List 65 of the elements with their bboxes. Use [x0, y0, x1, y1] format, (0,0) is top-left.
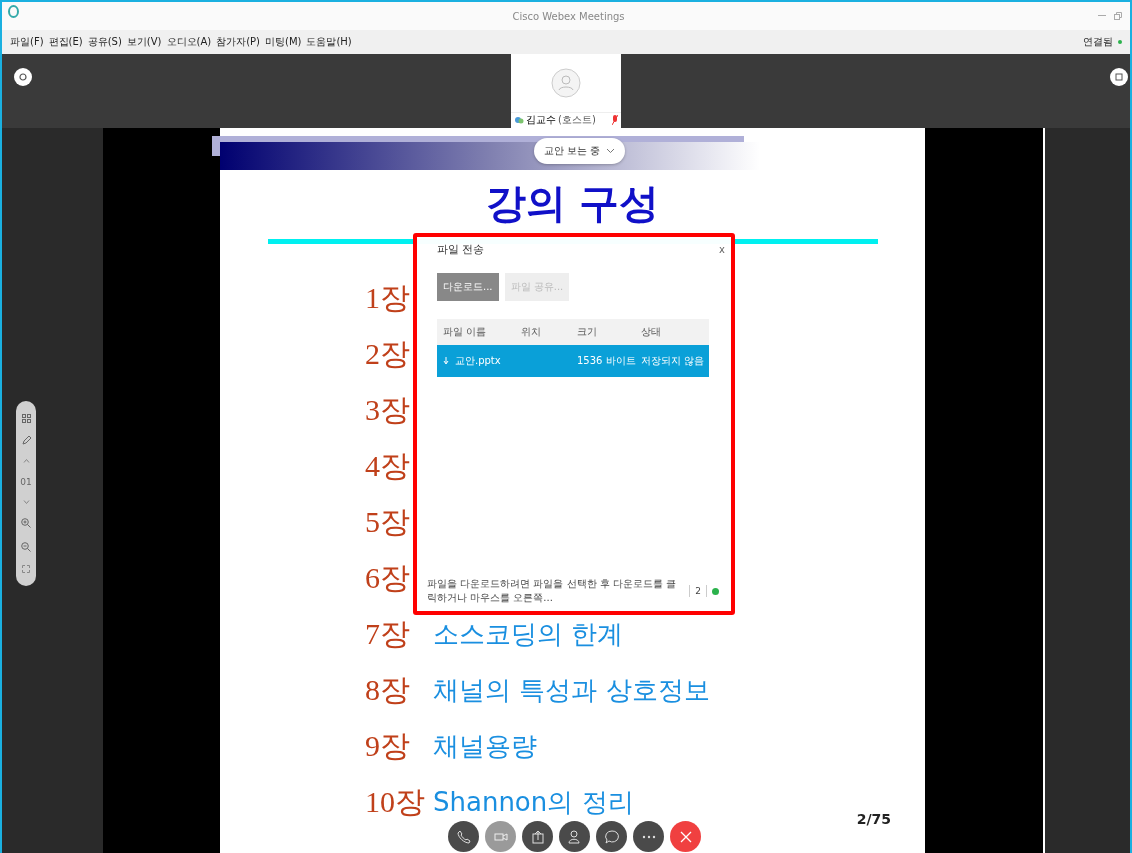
menu-item[interactable]: 편집(E) [48, 35, 83, 49]
person-icon [567, 829, 582, 844]
column-header[interactable]: 크기 [571, 325, 637, 339]
phone-icon [456, 829, 471, 844]
restore-icon[interactable] [1114, 12, 1122, 20]
app-logo-icon [8, 4, 19, 18]
participant-role: (호스트) [558, 112, 596, 127]
menu-item[interactable]: 오디오(A) [166, 35, 212, 49]
column-header[interactable]: 위치 [515, 325, 571, 339]
chapter-number: 2장 [365, 335, 411, 372]
chapter-number: 1장 [365, 279, 411, 316]
hint-text: 파일을 다운로드하려면 파일을 선택한 후 다운로드를 클릭하거나 마우스를 오른쪽... [427, 577, 678, 605]
file-size: 1536 바이트 [576, 354, 637, 368]
dialog-title: 파일 전송 [437, 241, 485, 257]
menu-item[interactable]: 미팅(M) [265, 35, 302, 49]
close-button[interactable]: x [719, 243, 725, 255]
menu-item[interactable]: 보기(V) [126, 35, 162, 49]
square-icon [1115, 73, 1123, 81]
menu-item[interactable]: 도움말(H) [306, 35, 352, 49]
slide-title: 강의 구성 [485, 178, 660, 228]
dialog-button[interactable]: 다운로드... [437, 273, 499, 301]
chapter-number: 3장 [365, 391, 411, 428]
file-count: 2 [695, 586, 701, 596]
chapter-number: 6장 [365, 559, 411, 596]
audio-icon [514, 114, 524, 125]
chapter-number: 8장 [365, 671, 411, 708]
page-number: 01 [20, 476, 32, 487]
chapter-title: 소스코딩의 한계 [433, 617, 624, 651]
file-name: 교안.pptx [455, 354, 501, 368]
pen-icon[interactable] [21, 436, 31, 446]
fullscreen-icon[interactable] [22, 565, 30, 574]
chapter-title: Shannon의 정리 [433, 785, 634, 819]
column-header[interactable]: 파일 이름 [437, 325, 515, 339]
column-header[interactable]: 상태 [637, 325, 709, 339]
chapter-title: 채널의 특성과 상호정보 [433, 673, 710, 707]
chapter-number: 9장 [365, 727, 411, 764]
window-title: Cisco Webex Meetings [511, 10, 626, 22]
file-status: 저장되지 않음 [640, 354, 706, 368]
circle-icon [19, 73, 27, 81]
slide-page-number: 2/75 [856, 811, 891, 827]
avatar-silhouette-icon [551, 68, 581, 98]
connection-status: 연결됨 [1083, 35, 1113, 49]
up-caret-icon[interactable] [22, 459, 30, 464]
chapter-number: 4장 [365, 447, 411, 484]
zoom-out-icon[interactable] [21, 541, 31, 552]
menu-item[interactable]: 참가자(P) [216, 35, 260, 49]
zoom-in-icon[interactable] [21, 517, 31, 528]
menu-item[interactable]: 파일(F) [10, 35, 44, 49]
chapter-number: 7장 [365, 615, 411, 652]
more-icon [641, 834, 656, 839]
participant-name: 김교수 [526, 112, 556, 127]
grid-icon[interactable] [21, 413, 31, 423]
chapter-title: 채널용량 [433, 729, 537, 763]
download-arrow-icon [443, 357, 449, 365]
minimize-icon[interactable] [1098, 15, 1106, 17]
chevron-down-icon [606, 148, 616, 154]
viewing-dropdown[interactable]: 교안 보는 중 [534, 138, 626, 164]
down-caret-icon[interactable] [22, 500, 30, 505]
layout-button[interactable] [1110, 68, 1128, 86]
share-icon [530, 829, 545, 844]
menu-item[interactable]: 공유(S) [87, 35, 122, 49]
chat-bubble-icon [604, 829, 619, 844]
chapter-number: 5장 [365, 503, 411, 540]
panel-toggle-button[interactable] [14, 68, 32, 86]
close-icon [679, 830, 692, 843]
